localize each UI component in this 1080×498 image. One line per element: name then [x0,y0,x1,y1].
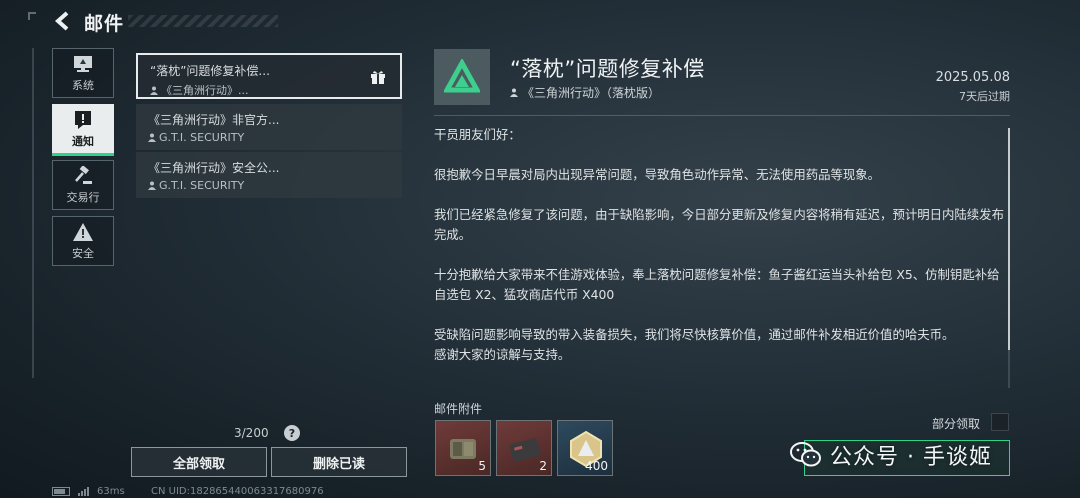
attachment-item[interactable]: 2 [496,420,552,476]
person-icon [150,86,158,95]
ping-value: 63ms [97,486,125,497]
attachments-label: 邮件附件 [434,402,483,416]
mail-title: 《三角洲行动》安全公... [148,161,280,175]
mail-paragraph: 干员朋友们好： [434,127,521,142]
status-bar: 63ms [52,486,125,497]
mail-paragraph: 很抱歉今日早晨对局内出现异常问题，导致角色动作异常、无法使用药品等现象。 [434,167,881,182]
watermark: 公众号 · 手谈姬 [790,437,992,473]
mail-title: 《三角洲行动》非官方... [148,113,280,127]
help-icon[interactable]: ? [284,425,300,441]
scrollbar-thumb[interactable] [1008,128,1010,350]
category-trading[interactable]: 交易行 [52,160,114,210]
mail-paragraph: 受缺陷问题影响导致的带入装备损失，我们将尽快核算价值，通过邮件补发相近价值的哈夫… [434,327,955,342]
mail-body: 干员朋友们好： 很抱歉今日早晨对局内出现异常问题，导致角色动作异常、无法使用药品… [434,125,1004,385]
mail-detail-sender: 《三角洲行动》（落枕版） [510,84,660,101]
back-arrow-icon[interactable] [52,10,74,32]
person-icon [148,133,156,142]
person-icon [148,181,156,190]
user-uid: CN UID:182865440063317680976 [151,486,324,497]
category-system[interactable]: 系统 [52,48,114,98]
attachment-qty: 5 [478,459,486,473]
attachment-qty: 400 [585,459,608,473]
mail-title: “落枕”问题修复补偿... [150,64,270,78]
monitor-icon [74,55,92,72]
mail-item[interactable]: 《三角洲行动》安全公... G.T.I. SECURITY [136,152,402,198]
category-notice[interactable]: 通知 [52,104,114,156]
mail-counter: 3/200 [234,426,269,440]
mail-sender-name: G.T.I. SECURITY [159,179,245,192]
warning-triangle-icon [73,222,93,241]
mail-sender: G.T.I. SECURITY [148,179,390,192]
mail-sender-name: 《三角洲行动》... [161,84,249,97]
claim-all-button[interactable]: 全部领取 [131,447,267,477]
category-security[interactable]: 安全 [52,216,114,266]
mail-item[interactable]: “落枕”问题修复补偿... 《三角洲行动》... [136,53,402,99]
gift-icon [371,71,385,84]
category-label: 交易行 [66,190,100,204]
mail-paragraph: 感谢大家的谅解与支持。 [434,347,571,362]
mail-sender: 《三角洲行动》... [150,82,388,98]
category-label: 通知 [72,134,94,148]
mail-detail-title: “落枕”问题修复补偿 [510,57,705,81]
watermark-text: 公众号 · 手谈姬 [830,445,992,470]
title-stripes-decoration [128,15,278,27]
page-title: 邮件 [84,13,125,35]
attachment-item[interactable]: 5 [435,420,491,476]
gavel-icon [75,165,92,184]
mail-detail-sender-name: 《三角洲行动》（落枕版） [522,86,661,100]
delta-logo-icon [444,59,480,93]
battery-icon [52,487,70,496]
partial-claim-label: 部分领取 [932,417,981,431]
corner-decoration [28,12,36,20]
attachment-qty: 2 [539,459,547,473]
category-label: 系统 [72,78,94,92]
mail-expire: 7天后过期 [959,90,1010,103]
wechat-icon [790,442,821,467]
mail-date: 2025.05.08 [935,70,1010,85]
category-label: 安全 [72,246,94,260]
signal-icon [78,487,89,496]
person-icon [510,88,518,97]
attachment-item[interactable]: 400 [557,420,613,476]
mail-item[interactable]: 《三角洲行动》非官方... G.T.I. SECURITY [136,104,402,150]
mail-paragraph: 我们已经紧急修复了该问题，由于缺陷影响，今日部分更新及修复内容将稍有延迟，预计明… [434,207,1004,242]
sender-logo [434,49,490,105]
detail-divider [434,115,1010,116]
partial-claim-checkbox[interactable] [991,413,1009,431]
mail-sender-name: G.T.I. SECURITY [159,131,245,144]
mail-sender: G.T.I. SECURITY [148,131,390,144]
left-rail-decoration [32,48,34,378]
mail-paragraph: 十分抱歉给大家带来不佳游戏体验，奉上落枕问题修复补偿：鱼子酱红运当头补给包 X5… [434,267,1000,302]
alert-notice-icon [75,110,91,129]
delete-read-button[interactable]: 删除已读 [271,447,407,477]
